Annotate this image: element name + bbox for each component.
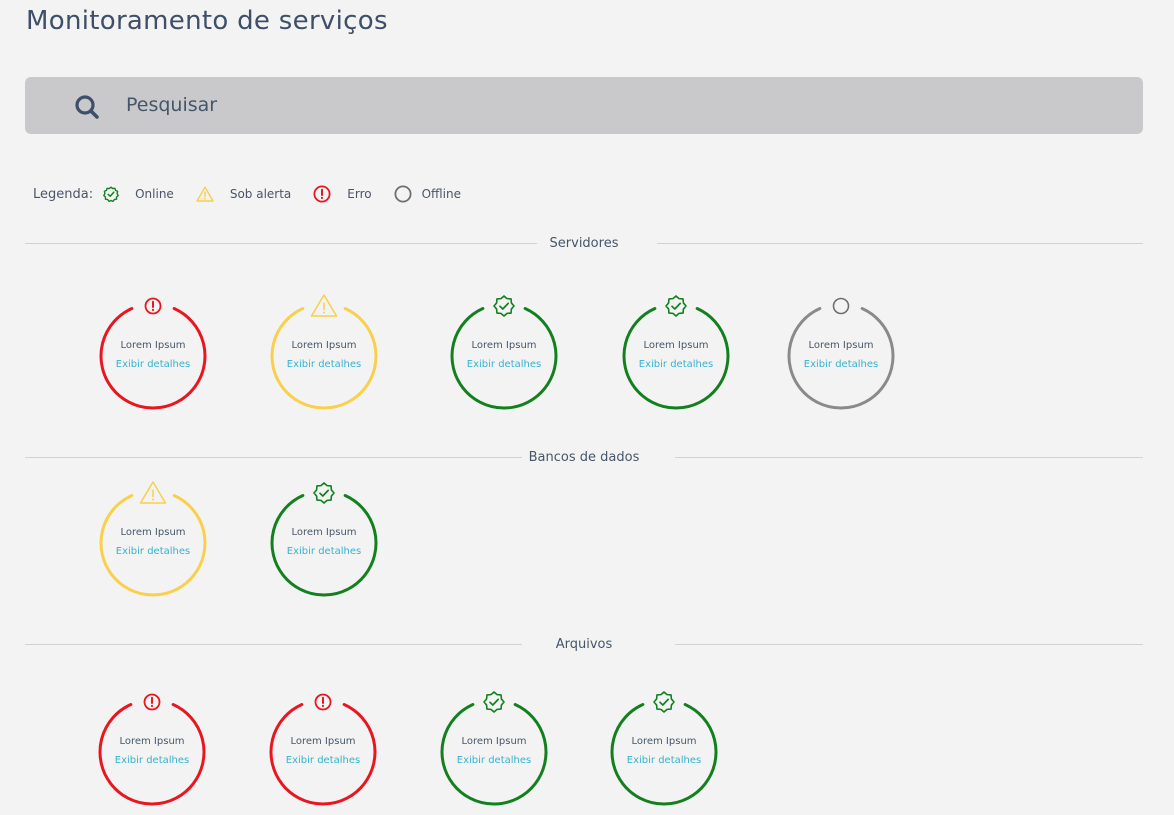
details-link[interactable]: Exibir detalhes (602, 755, 726, 766)
service-card[interactable]: Lorem Ipsum Exibir detalhes (90, 682, 214, 806)
details-link[interactable]: Exibir detalhes (91, 546, 215, 557)
section-header-arquivos: Arquivos (25, 635, 1143, 655)
service-name: Lorem Ipsum (120, 340, 186, 351)
legend-label-alerta: Sob alerta (229, 187, 292, 201)
service-name: Lorem Ipsum (290, 736, 356, 747)
service-card[interactable]: Lorem Ipsum Exibir detalhes (779, 286, 903, 410)
legend-label-erro: Erro (347, 187, 372, 201)
service-card[interactable]: Lorem Ipsum Exibir detalhes (91, 286, 215, 410)
details-link[interactable]: Exibir detalhes (262, 546, 386, 557)
badge-check-icon (313, 482, 335, 504)
service-card[interactable]: Lorem Ipsum Exibir detalhes (614, 286, 738, 410)
details-link[interactable]: Exibir detalhes (442, 359, 566, 370)
legend-item-online: Online (103, 186, 174, 202)
service-card[interactable]: Lorem Ipsum Exibir detalhes (262, 473, 386, 597)
search-bar[interactable] (25, 77, 1143, 134)
offline-circle-icon (832, 297, 850, 315)
section-header-bancos-de-dados: Bancos de dados (25, 448, 1143, 468)
badge-check-icon (665, 295, 687, 317)
search-input[interactable] (126, 89, 1116, 121)
warning-triangle-icon (139, 481, 167, 504)
service-name: Lorem Ipsum (119, 736, 185, 747)
legend-label: Legenda: (33, 186, 94, 202)
legend-item-erro: Erro (313, 185, 372, 203)
legend-label-online: Online (135, 187, 174, 201)
section-title: Bancos de dados (528, 450, 640, 465)
service-name: Lorem Ipsum (643, 340, 709, 351)
service-name: Lorem Ipsum (120, 527, 186, 538)
service-card[interactable]: Lorem Ipsum Exibir detalhes (432, 682, 556, 806)
section-title: Servidores (549, 236, 619, 251)
offline-circle-icon (394, 185, 412, 203)
service-card[interactable]: Lorem Ipsum Exibir detalhes (602, 682, 726, 806)
service-name: Lorem Ipsum (461, 736, 527, 747)
badge-check-icon (493, 295, 515, 317)
error-circle-icon (313, 185, 331, 203)
error-circle-icon (314, 693, 332, 711)
badge-check-icon (653, 691, 675, 713)
legend: Legenda: Online Sob alerta Erro Offline (33, 183, 483, 205)
details-link[interactable]: Exibir detalhes (432, 755, 556, 766)
service-name: Lorem Ipsum (291, 340, 357, 351)
warning-triangle-icon (310, 294, 338, 317)
monitoring-page: Monitoramento de serviços Legenda: Onlin… (0, 0, 1174, 815)
page-title: Monitoramento de serviços (26, 6, 388, 36)
service-name: Lorem Ipsum (471, 340, 537, 351)
section-title: Arquivos (555, 637, 613, 652)
search-icon[interactable] (74, 94, 100, 120)
details-link[interactable]: Exibir detalhes (261, 755, 385, 766)
service-card[interactable]: Lorem Ipsum Exibir detalhes (91, 473, 215, 597)
legend-label-offline: Offline (421, 187, 461, 201)
badge-check-icon (483, 691, 505, 713)
details-link[interactable]: Exibir detalhes (262, 359, 386, 370)
service-card[interactable]: Lorem Ipsum Exibir detalhes (442, 286, 566, 410)
error-circle-icon (144, 297, 162, 315)
service-card[interactable]: Lorem Ipsum Exibir detalhes (261, 682, 385, 806)
service-card[interactable]: Lorem Ipsum Exibir detalhes (262, 286, 386, 410)
details-link[interactable]: Exibir detalhes (90, 755, 214, 766)
details-link[interactable]: Exibir detalhes (779, 359, 903, 370)
details-link[interactable]: Exibir detalhes (91, 359, 215, 370)
service-name: Lorem Ipsum (808, 340, 874, 351)
service-name: Lorem Ipsum (631, 736, 697, 747)
section-header-servidores: Servidores (25, 234, 1143, 254)
legend-item-alerta: Sob alerta (196, 186, 291, 202)
error-circle-icon (143, 693, 161, 711)
service-name: Lorem Ipsum (291, 527, 357, 538)
details-link[interactable]: Exibir detalhes (614, 359, 738, 370)
badge-check-icon (103, 186, 120, 202)
warning-triangle-icon (196, 186, 214, 202)
legend-item-offline: Offline (394, 185, 461, 203)
